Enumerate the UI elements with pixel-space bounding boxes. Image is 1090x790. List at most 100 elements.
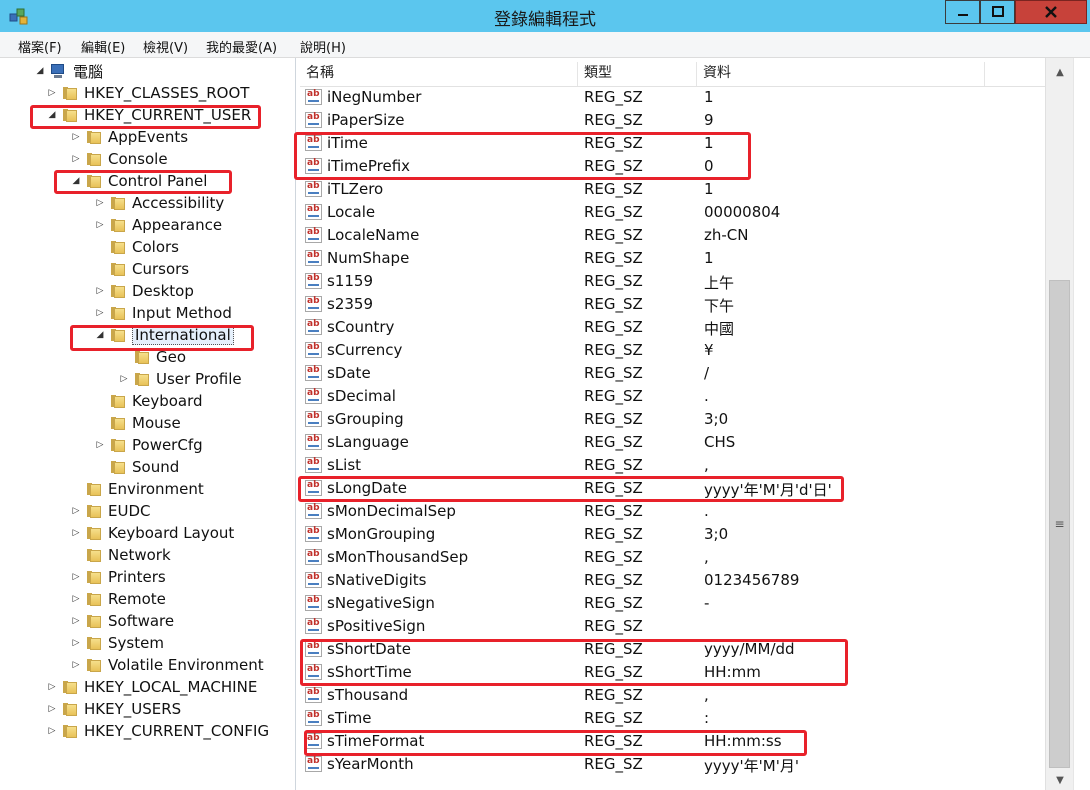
vertical-scrollbar[interactable]: ▲ ≡ ▼ xyxy=(1045,58,1073,790)
table-row[interactable]: ab sTime REG_SZ: xyxy=(300,707,1045,730)
tree-node[interactable]: Environment xyxy=(70,478,204,500)
tree-node[interactable]: ◢ Control Panel xyxy=(70,170,208,192)
expanded-arrow-icon[interactable]: ◢ xyxy=(94,329,106,341)
scroll-thumb[interactable]: ≡ xyxy=(1049,280,1070,768)
table-row[interactable]: ab s1159 REG_SZ 上午 xyxy=(300,270,1045,293)
tree-node[interactable]: ▷ Accessibility xyxy=(94,192,225,214)
tree-node[interactable]: Sound xyxy=(94,456,179,478)
collapsed-arrow-icon[interactable]: ▷ xyxy=(70,593,82,605)
scroll-up-arrow-icon[interactable]: ▲ xyxy=(1046,62,1074,82)
tree-node[interactable]: ▷ HKEY_LOCAL_MACHINE xyxy=(46,676,258,698)
tree-node[interactable]: Cursors xyxy=(94,258,189,280)
tree-node[interactable]: ▷ HKEY_CURRENT_CONFIG xyxy=(46,720,270,742)
table-row[interactable]: ab NumShape REG_SZ 1 xyxy=(300,247,1045,270)
tree-node[interactable]: Geo xyxy=(118,346,186,368)
tree-node[interactable]: ◢ 電腦 xyxy=(34,60,103,82)
tree-node[interactable]: ▷ Volatile Environment xyxy=(70,654,264,676)
table-row[interactable]: ab sThousand REG_SZ, xyxy=(300,684,1045,707)
tree-node[interactable]: ▷ Keyboard Layout xyxy=(70,522,235,544)
minimize-button[interactable] xyxy=(945,0,980,24)
tree-node[interactable]: ▷ Console xyxy=(70,148,168,170)
table-row[interactable]: ab sNativeDigits REG_SZ 0123456789 xyxy=(300,569,1045,592)
table-row[interactable]: ab iPaperSize REG_SZ 9 xyxy=(300,109,1045,132)
table-row[interactable]: ab Locale REG_SZ 00000804 xyxy=(300,201,1045,224)
table-row[interactable]: ab sNegativeSign REG_SZ - xyxy=(300,592,1045,615)
tree-node[interactable]: ▷ EUDC xyxy=(70,500,151,522)
menu-favorites[interactable]: 我的最愛(A) xyxy=(206,37,277,56)
table-row[interactable]: ab sDate REG_SZ / xyxy=(300,362,1045,385)
collapsed-arrow-icon[interactable]: ▷ xyxy=(94,439,106,451)
collapsed-arrow-icon[interactable]: ▷ xyxy=(70,571,82,583)
table-row[interactable]: ab iTime REG_SZ 1 xyxy=(300,132,1045,155)
collapsed-arrow-icon[interactable]: ▷ xyxy=(94,219,106,231)
table-row[interactable]: ab sPositiveSign REG_SZ xyxy=(300,615,1045,638)
collapsed-arrow-icon[interactable]: ▷ xyxy=(118,373,130,385)
expanded-arrow-icon[interactable]: ◢ xyxy=(46,109,58,121)
collapsed-arrow-icon[interactable]: ▷ xyxy=(70,637,82,649)
collapsed-arrow-icon[interactable]: ▷ xyxy=(70,131,82,143)
collapsed-arrow-icon[interactable]: ▷ xyxy=(70,615,82,627)
collapsed-arrow-icon[interactable]: ▷ xyxy=(70,153,82,165)
tree-node[interactable]: Keyboard xyxy=(94,390,203,412)
table-row[interactable]: ab s2359 REG_SZ 下午 xyxy=(300,293,1045,316)
value-list[interactable]: 名稱 類型 資料 ab iNegNumber REG_SZ 1 ab iPaperSize… xyxy=(300,58,1045,790)
tree-node[interactable]: ▷ System xyxy=(70,632,164,654)
column-header-data[interactable]: 資料 xyxy=(697,62,985,86)
table-row[interactable]: ab sTimeFormat REG_SZ HH:mm:ss xyxy=(300,730,1045,753)
table-row[interactable]: ab sLanguage REG_SZ CHS xyxy=(300,431,1045,454)
table-row[interactable]: ab sMonDecimalSep REG_SZ. xyxy=(300,500,1045,523)
tree-node[interactable]: ▷ HKEY_CLASSES_ROOT xyxy=(46,82,250,104)
tree-node[interactable]: ▷ Remote xyxy=(70,588,166,610)
collapsed-arrow-icon[interactable]: ▷ xyxy=(70,659,82,671)
table-row[interactable]: ab sLongDate REG_SZ yyyy'年'M'月'd'日' xyxy=(300,477,1045,500)
table-row[interactable]: ab sShortDate REG_SZ yyyy/MM/dd xyxy=(300,638,1045,661)
menu-help[interactable]: 說明(H) xyxy=(300,37,346,56)
table-row[interactable]: ab iTLZero REG_SZ 1 xyxy=(300,178,1045,201)
table-row[interactable]: ab iNegNumber REG_SZ 1 xyxy=(300,86,1045,109)
table-row[interactable]: ab sList REG_SZ, xyxy=(300,454,1045,477)
menu-edit[interactable]: 編輯(E) xyxy=(81,37,125,56)
tree-node[interactable]: ▷ Input Method xyxy=(94,302,232,324)
tree-node[interactable]: ▷ AppEvents xyxy=(70,126,189,148)
collapsed-arrow-icon[interactable]: ▷ xyxy=(70,505,82,517)
tree-node[interactable]: Network xyxy=(70,544,171,566)
tree-node[interactable]: ◢ HKEY_CURRENT_USER xyxy=(46,104,252,126)
collapsed-arrow-icon[interactable]: ▷ xyxy=(46,681,58,693)
table-row[interactable]: ab sCountry REG_SZ 中國 xyxy=(300,316,1045,339)
tree-node[interactable]: ▷ Printers xyxy=(70,566,166,588)
table-row[interactable]: ab sYearMonth REG_SZ yyyy'年'M'月' xyxy=(300,753,1045,776)
menu-view[interactable]: 檢視(V) xyxy=(143,37,188,56)
table-row[interactable]: ab sShortTime REG_SZ HH:mm xyxy=(300,661,1045,684)
tree-node[interactable]: ▷ Appearance xyxy=(94,214,223,236)
tree-node[interactable]: ◢ International xyxy=(94,324,234,346)
menu-file[interactable]: 檔案(F) xyxy=(18,37,62,56)
registry-tree[interactable]: ◢ 電腦 ▷ HKEY_CLASSES_ROOT ◢ HKEY_CURRENT_USER ▷… xyxy=(10,58,296,790)
column-header-type[interactable]: 類型 xyxy=(578,62,697,86)
table-row[interactable]: ab sMonGrouping REG_SZ 3;0 xyxy=(300,523,1045,546)
tree-node[interactable]: ▷ Software xyxy=(70,610,175,632)
close-button[interactable] xyxy=(1015,0,1087,24)
tree-node[interactable]: ▷ HKEY_USERS xyxy=(46,698,182,720)
maximize-button[interactable] xyxy=(980,0,1015,24)
tree-node[interactable]: ▷ User Profile xyxy=(118,368,242,390)
collapsed-arrow-icon[interactable]: ▷ xyxy=(46,703,58,715)
tree-node[interactable]: Colors xyxy=(94,236,179,258)
expanded-arrow-icon[interactable]: ◢ xyxy=(70,175,82,187)
collapsed-arrow-icon[interactable]: ▷ xyxy=(94,307,106,319)
scroll-down-arrow-icon[interactable]: ▼ xyxy=(1046,770,1074,790)
collapsed-arrow-icon[interactable]: ▷ xyxy=(46,87,58,99)
table-row[interactable]: ab LocaleName REG_SZ zh-CN xyxy=(300,224,1045,247)
table-row[interactable]: ab sGrouping REG_SZ 3;0 xyxy=(300,408,1045,431)
collapsed-arrow-icon[interactable]: ▷ xyxy=(94,285,106,297)
tree-node[interactable]: ▷ Desktop xyxy=(94,280,194,302)
collapsed-arrow-icon[interactable]: ▷ xyxy=(94,197,106,209)
table-row[interactable]: ab sMonThousandSep REG_SZ, xyxy=(300,546,1045,569)
expanded-arrow-icon[interactable]: ◢ xyxy=(34,65,46,77)
column-header-name[interactable]: 名稱 xyxy=(300,62,578,86)
collapsed-arrow-icon[interactable]: ▷ xyxy=(46,725,58,737)
tree-node[interactable]: ▷ PowerCfg xyxy=(94,434,203,456)
table-row[interactable]: ab iTimePrefix REG_SZ 0 xyxy=(300,155,1045,178)
table-row[interactable]: ab sCurrency REG_SZ ¥ xyxy=(300,339,1045,362)
collapsed-arrow-icon[interactable]: ▷ xyxy=(70,527,82,539)
tree-node[interactable]: Mouse xyxy=(94,412,181,434)
